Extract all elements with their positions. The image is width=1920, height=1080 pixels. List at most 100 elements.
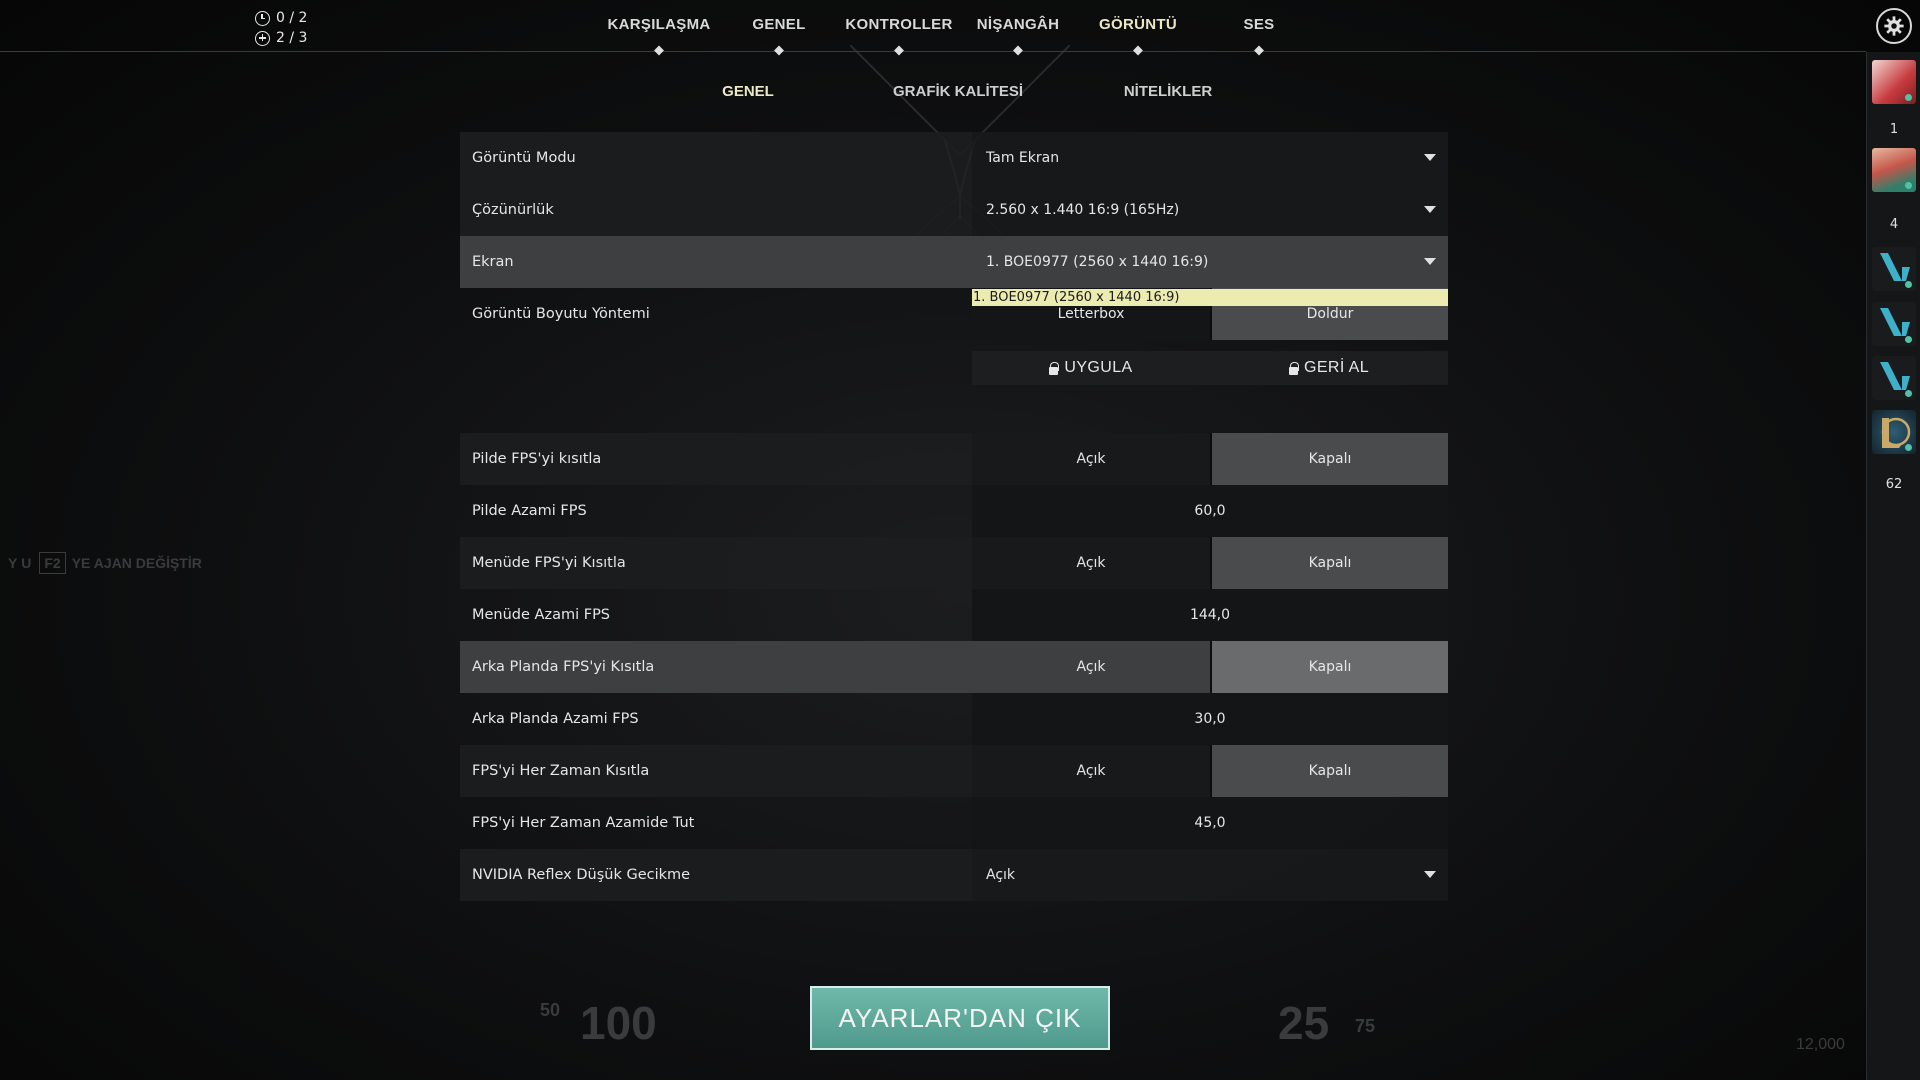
plus-circle-icon [255,30,270,46]
limit-fps-battery-on[interactable]: Açık [972,433,1210,485]
sidebar-game-icon-3[interactable] [1872,356,1916,400]
sidebar-avatar-2[interactable] [1872,148,1916,192]
background-health: 100 [580,997,657,1049]
nvidia-reflex-value: Açık [986,867,1016,883]
sidebar-count-3: 62 [1885,477,1903,492]
display-mode-value: Tam Ekran [986,150,1060,166]
top-bar: 0 / 2 2 / 3 KARŞILAŞMA GENEL KONTROLLER … [0,0,1866,56]
sidebar-count-1: 1 [1889,122,1899,137]
online-status-dot [1905,281,1912,288]
display-mode-label: Görüntü Modu [460,132,972,184]
sidebar-avatar-1[interactable] [1872,60,1916,104]
limit-fps-menu-off[interactable]: Kapalı [1210,537,1448,589]
caret-down-icon [1424,871,1436,878]
setting-row-nvidia-reflex: NVIDIA Reflex Düşük Gecikme Açık [460,849,1448,901]
plus-counter-text: 2 / 3 [276,30,308,46]
nvidia-reflex-dropdown[interactable]: Açık [972,849,1448,901]
max-fps-background-input[interactable]: 30,0 [972,693,1448,745]
caret-down-icon [1424,154,1436,161]
monitor-label: Ekran [460,236,972,288]
tab-match[interactable]: KARŞILAŞMA [608,16,711,33]
timer-counter: 0 / 2 [255,8,307,28]
limit-fps-always-label: FPS'yi Her Zaman Kısıtla [460,745,972,797]
apply-revert-bar: UYGULA GERİ AL [972,351,1448,385]
settings-gear-button[interactable] [1876,8,1912,44]
resolution-label: Çözünürlük [460,184,972,236]
lock-icon [1288,361,1299,375]
resolution-value: 2.560 x 1.440 16:9 (165Hz) [986,202,1180,218]
limit-fps-always-on[interactable]: Açık [972,745,1210,797]
max-fps-menu-input[interactable]: 144,0 [972,589,1448,641]
limit-fps-background-label: Arka Planda FPS'yi Kısıtla [460,641,972,693]
max-fps-background-label: Arka Planda Azami FPS [472,711,639,727]
clock-icon [255,10,270,26]
subtab-accessibility[interactable]: NİTELİKLER [1124,83,1212,100]
online-status-dot [1905,390,1912,397]
setting-row-monitor: Ekran 1. BOE0977 (2560 x 1440 16:9) [460,236,1448,288]
nvidia-reflex-label: NVIDIA Reflex Düşük Gecikme [460,849,972,901]
aspect-method-label: Görüntü Boyutu Yöntemi [472,306,650,322]
resolution-dropdown[interactable]: 2.560 x 1.440 16:9 (165Hz) [972,184,1448,236]
background-credits: 12,000 [1796,1036,1845,1053]
max-fps-battery-input[interactable]: 60,0 [972,485,1448,537]
lock-icon [1049,361,1060,375]
caret-down-icon [1424,206,1436,213]
setting-row-max-fps-background: Arka Planda Azami FPS 30,0 [460,693,1448,745]
limit-fps-menu-label: Menüde FPS'yi Kısıtla [460,537,972,589]
background-key-hint: F2 [39,552,66,574]
revert-button[interactable]: GERİ AL [1210,351,1448,385]
online-status-dot [1905,182,1912,189]
display-mode-dropdown[interactable]: Tam Ekran [972,132,1448,184]
online-status-dot [1905,336,1912,343]
limit-fps-background-off[interactable]: Kapalı [1210,641,1448,693]
tab-controls[interactable]: KONTROLLER [845,16,952,33]
setting-row-limit-fps-background: Arka Planda FPS'yi Kısıtla Açık Kapalı [460,641,1448,693]
background-ammo: 25 [1278,997,1330,1049]
limit-fps-battery-off[interactable]: Kapalı [1210,433,1448,485]
setting-row-display-mode: Görüntü Modu Tam Ekran [460,132,1448,184]
sidebar-count-2: 4 [1889,217,1899,232]
plus-counter: 2 / 3 [255,28,307,48]
setting-row-max-fps-menu: Menüde Azami FPS 144,0 [460,589,1448,641]
right-sidebar: 1 4 62 [1866,52,1920,1080]
background-shield: 50 [540,1000,561,1020]
setting-row-resolution: Çözünürlük 2.560 x 1.440 16:9 (165Hz) [460,184,1448,236]
apply-button[interactable]: UYGULA [972,351,1210,385]
subtab-graphics-quality[interactable]: GRAFİK KALİTESİ [893,83,1023,100]
gear-icon [1884,16,1904,36]
setting-row-max-fps-battery: Pilde Azami FPS 60,0 [460,485,1448,537]
max-fps-always-label: FPS'yi Her Zaman Azamide Tut [472,815,695,831]
background-hint-text: YE AJAN DEĞİŞTİR [71,555,202,571]
timer-counter-text: 0 / 2 [276,10,308,26]
match-counters: 0 / 2 2 / 3 [255,8,307,48]
max-fps-battery-label: Pilde Azami FPS [472,503,587,519]
online-status-dot [1905,444,1912,451]
tab-video[interactable]: GÖRÜNTÜ [1099,16,1177,33]
background-agent-hint: Y U F2 YE AJAN DEĞİŞTİR [8,552,202,574]
tab-crosshair[interactable]: NİŞANGÂH [977,16,1059,33]
revert-button-label: GERİ AL [1303,359,1370,376]
setting-row-limit-fps-battery: Pilde FPS'yi kısıtla Açık Kapalı [460,433,1448,485]
limit-fps-menu-on[interactable]: Açık [972,537,1210,589]
monitor-value: 1. BOE0977 (2560 x 1440 16:9) [986,254,1209,270]
limit-fps-always-off[interactable]: Kapalı [1210,745,1448,797]
setting-row-limit-fps-always: FPS'yi Her Zaman Kısıtla Açık Kapalı [460,745,1448,797]
setting-row-limit-fps-menu: Menüde FPS'yi Kısıtla Açık Kapalı [460,537,1448,589]
tab-general[interactable]: GENEL [752,16,805,33]
subtab-general[interactable]: GENEL [722,83,774,100]
limit-fps-background-on[interactable]: Açık [972,641,1210,693]
caret-down-icon [1424,258,1436,265]
background-ammo-reserve: 75 [1355,1016,1376,1036]
monitor-dropdown[interactable]: 1. BOE0977 (2560 x 1440 16:9) [972,236,1448,288]
sidebar-game-icon-2[interactable] [1872,302,1916,346]
limit-fps-battery-label: Pilde FPS'yi kısıtla [460,433,972,485]
max-fps-menu-label: Menüde Azami FPS [472,607,611,623]
tab-audio[interactable]: SES [1244,16,1275,33]
monitor-dropdown-option[interactable]: 1. BOE0977 (2560 x 1440 16:9) [972,289,1448,306]
max-fps-always-input[interactable]: 45,0 [972,797,1448,849]
exit-settings-button[interactable]: AYARLAR'DAN ÇIK [810,986,1110,1050]
apply-button-label: UYGULA [1064,359,1133,376]
sidebar-game-icon-1[interactable] [1872,247,1916,291]
sidebar-game-icon-4[interactable] [1872,410,1916,454]
online-status-dot [1905,94,1912,101]
